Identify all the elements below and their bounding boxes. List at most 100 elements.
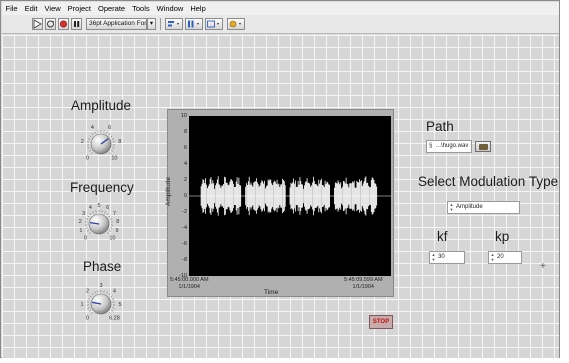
knob-tick: [110, 135, 113, 138]
path-field[interactable]: § ...\hugo.wav: [426, 140, 472, 153]
menu-item-window[interactable]: Window: [153, 4, 187, 13]
knob-scale-label: 3: [99, 283, 102, 289]
knob-scale-label: 0: [86, 155, 89, 161]
knob-tick: [87, 147, 90, 149]
knob-scale-label: 4: [91, 125, 94, 131]
abort-icon[interactable]: [58, 18, 69, 30]
knob-tick: [87, 307, 90, 309]
knob-tick: [110, 227, 113, 229]
menu-item-view[interactable]: View: [41, 4, 64, 13]
knob-tick: [111, 138, 115, 140]
kf-numeric[interactable]: ▲ ▼ 30: [429, 251, 465, 264]
knob-scale-label: 8: [118, 139, 121, 145]
knob-tick: [109, 230, 112, 232]
kp-value: 20: [497, 254, 504, 260]
waveform-graph: Amplitude 10 8 6 4 2 0 -2 -4 -6 -8 -10 5:45:00.000…: [164, 109, 394, 297]
menu-item-edit[interactable]: Edit: [21, 4, 41, 13]
chevron-down-icon[interactable]: ▾: [147, 18, 156, 30]
knob-scale-label: 6: [106, 205, 109, 211]
knob-tick: [111, 310, 114, 312]
browse-button[interactable]: [475, 141, 491, 152]
knob-tick: [108, 133, 111, 136]
menu-item-help[interactable]: Help: [187, 4, 209, 13]
menu-item-file[interactable]: File: [2, 4, 21, 13]
knob-tick: [111, 298, 115, 300]
knob-tick: [87, 138, 91, 140]
knob-tick: [89, 295, 92, 298]
y-tick-label: -8: [182, 257, 187, 263]
distribute-objects-icon[interactable]: [185, 18, 203, 30]
x-tick-start: 5:45:00.000 AM 1/1/1904: [170, 277, 209, 290]
knob-scale-label: 7: [113, 211, 116, 217]
stop-button[interactable]: STOP: [369, 315, 393, 329]
knob-tick: [91, 293, 94, 296]
knob-scale-label: 0: [84, 235, 87, 241]
knob-tick: [104, 211, 106, 214]
knob-tick: [87, 215, 90, 218]
knob-tick: [86, 230, 89, 232]
knob-scale-label: 0: [86, 315, 89, 321]
plot-area: [189, 116, 391, 276]
knob-scale-label: 1: [80, 302, 83, 308]
run-continuously-icon[interactable]: [45, 18, 56, 30]
knob-tick: [108, 293, 111, 296]
knob-scale-label: 9: [116, 228, 119, 234]
y-tick-label: -6: [182, 241, 187, 247]
knob-tick: [110, 295, 113, 298]
align-objects-icon[interactable]: [165, 18, 183, 30]
run-arrow-icon[interactable]: [32, 18, 43, 30]
frequency-knob[interactable]: 01 234 5 678 910: [77, 196, 127, 256]
knob-scale-label: 10: [111, 155, 117, 161]
y-tick-label: -2: [182, 209, 187, 215]
knob-tick: [94, 291, 96, 294]
knob-tick: [109, 218, 113, 220]
knob-tick: [112, 307, 115, 309]
y-tick-label: 4: [183, 161, 187, 167]
knob-tick: [87, 298, 91, 300]
knob-scale-label: 4: [113, 289, 116, 295]
modulation-type-select[interactable]: ▲ ▼ Amplitude: [447, 201, 520, 214]
knob-tick: [89, 213, 92, 216]
menu-item-operate[interactable]: Operate: [95, 4, 129, 13]
menu-item-tools[interactable]: Tools: [129, 4, 154, 13]
toolbar: 36pt Application Font ▾: [2, 15, 559, 34]
spinner-arrows-icon[interactable]: ▲ ▼: [449, 202, 454, 212]
knob-scale-label: 8: [116, 219, 119, 225]
spinner-arrows-icon[interactable]: ▲ ▼: [490, 252, 495, 262]
waveform-plot: [189, 176, 391, 216]
knob-scale-label: 5: [97, 203, 100, 209]
knob-tick: [89, 135, 92, 138]
font-select[interactable]: 36pt Application Font: [86, 18, 147, 30]
knob-tick: [112, 147, 115, 149]
frequency-label: Frequency: [70, 180, 134, 195]
knob-scale-label: 6.28: [109, 315, 120, 321]
path-label: Path: [426, 119, 454, 134]
menu-item-project[interactable]: Project: [64, 4, 94, 13]
modulation-value: Amplitude: [456, 204, 483, 210]
knob-scale-label: 3: [82, 211, 85, 217]
knob-tick: [107, 232, 110, 235]
phase-knob[interactable]: 0 1 2 3 4 5 6.28: [79, 276, 129, 336]
knob-tick: [85, 218, 89, 220]
spinner-arrows-icon[interactable]: ▲ ▼: [431, 252, 436, 262]
resize-objects-icon[interactable]: [205, 18, 223, 30]
knob-scale-label: 4: [89, 205, 92, 211]
pause-icon[interactable]: [71, 18, 82, 30]
amplitude-knob[interactable]: 0 2 4 6 8 10: [79, 116, 129, 176]
knob-tick: [111, 150, 114, 152]
knob-tick: [109, 312, 112, 315]
folder-icon: [479, 144, 488, 150]
reorder-icon[interactable]: [227, 18, 245, 30]
knob-tick: [109, 152, 112, 155]
crosshair-cursor-icon: +: [540, 261, 546, 272]
knob-tick: [91, 133, 94, 136]
y-tick-label: 10: [180, 113, 187, 119]
phase-label: Phase: [83, 259, 122, 274]
knob-scale-label: 10: [109, 235, 115, 241]
y-axis-label: Amplitude: [164, 177, 172, 206]
kp-numeric[interactable]: ▲ ▼ 20: [488, 251, 522, 264]
knob-scale-label: 1: [79, 228, 82, 234]
x-axis-label: Time: [264, 289, 279, 296]
knob-tick: [88, 150, 91, 152]
knob-tick: [106, 213, 109, 216]
